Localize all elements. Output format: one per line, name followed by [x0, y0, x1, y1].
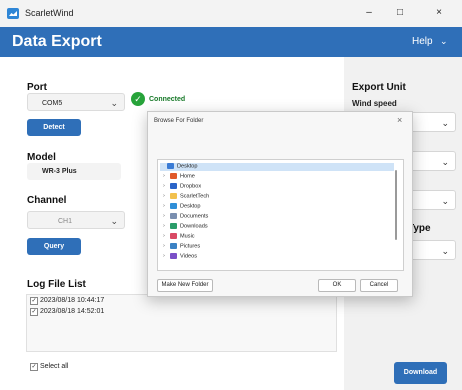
dropbox-icon: [170, 183, 177, 189]
tree-item-label: Desktop: [177, 163, 198, 170]
select-all-label[interactable]: Select all: [40, 363, 68, 370]
tree-item[interactable]: › ScarletTech: [163, 193, 394, 201]
tree-item[interactable]: › Desktop: [163, 203, 394, 211]
app-name: ScarletWind: [25, 8, 74, 18]
log-item-checkbox[interactable]: ✓: [30, 297, 38, 305]
tree-item[interactable]: › Videos: [163, 253, 394, 261]
log-file-list-label: Log File List: [27, 279, 86, 290]
videos-icon: [170, 253, 177, 259]
tree-item-label: Downloads: [180, 223, 208, 230]
port-label: Port: [27, 82, 47, 93]
music-icon: [170, 233, 177, 239]
chevron-down-icon: ⌄: [441, 157, 449, 167]
desktop-folder-icon: [170, 203, 177, 209]
desktop-folder-icon: [167, 163, 174, 169]
chevron-down-icon[interactable]: ⌄: [440, 36, 448, 47]
detect-button[interactable]: Detect: [27, 119, 81, 136]
download-button[interactable]: Download: [394, 362, 447, 384]
tree-item[interactable]: Desktop: [160, 163, 394, 171]
tree-item[interactable]: › Home: [163, 173, 394, 181]
connection-status: Connected: [149, 96, 186, 103]
port-value: COM5: [42, 100, 63, 107]
page-title: Data Export: [12, 33, 102, 50]
ok-button[interactable]: OK: [318, 279, 356, 292]
maximize-button[interactable]: □: [385, 4, 415, 22]
tree-item[interactable]: › Music: [163, 233, 394, 241]
minimize-button[interactable]: –: [354, 4, 384, 22]
channel-label: Channel: [27, 195, 67, 206]
tree-item-label: Music: [180, 233, 195, 240]
home-icon: [170, 173, 177, 179]
app-logo-icon: [7, 8, 19, 19]
tree-item[interactable]: › Dropbox: [163, 183, 394, 191]
chevron-down-icon: ⌄: [441, 196, 449, 206]
chevron-right-icon[interactable]: ›: [163, 253, 170, 259]
chevron-right-icon[interactable]: ›: [163, 243, 170, 249]
chevron-right-icon[interactable]: ›: [163, 183, 170, 189]
chevron-down-icon: ⌄: [110, 98, 118, 108]
chevron-right-icon[interactable]: ›: [163, 233, 170, 239]
log-item[interactable]: 2023/08/18 14:52:01: [40, 308, 104, 315]
query-button[interactable]: Query: [27, 238, 81, 255]
tree-item[interactable]: › Documents: [163, 213, 394, 221]
log-item-checkbox[interactable]: ✓: [30, 308, 38, 316]
chevron-right-icon[interactable]: ›: [163, 203, 170, 209]
make-new-folder-button[interactable]: Make New Folder: [157, 279, 213, 292]
tree-item-label: ScarletTech: [180, 193, 210, 200]
port-select[interactable]: COM5 ⌄: [27, 93, 125, 111]
channel-value: CH1: [58, 218, 73, 225]
tree-item-label: Documents: [180, 213, 209, 220]
chevron-right-icon[interactable]: ›: [163, 173, 170, 179]
select-all-checkbox[interactable]: ✓: [30, 363, 38, 371]
tree-item-label: Desktop: [180, 203, 201, 210]
help-menu[interactable]: Help: [412, 36, 433, 47]
scrollbar[interactable]: [395, 170, 397, 240]
check-circle-icon: ✓: [131, 92, 145, 106]
folder-icon: [170, 193, 177, 199]
chevron-down-icon: ⌄: [441, 118, 449, 128]
log-item[interactable]: 2023/08/18 10:44:17: [40, 297, 104, 304]
channel-select[interactable]: CH1 ⌄: [27, 211, 125, 229]
tree-item-label: Home: [180, 173, 195, 180]
close-button[interactable]: ×: [424, 4, 454, 22]
tree-item-label: Pictures: [180, 243, 201, 250]
chevron-down-icon: ⌄: [441, 246, 449, 256]
export-unit-label: Export Unit: [352, 82, 406, 93]
tree-item[interactable]: › Pictures: [163, 243, 394, 251]
tree-item-label: Dropbox: [180, 183, 202, 190]
downloads-icon: [170, 223, 177, 229]
chevron-right-icon[interactable]: ›: [163, 193, 170, 199]
wind-speed-label: Wind speed: [352, 99, 397, 108]
documents-icon: [170, 213, 177, 219]
cancel-button[interactable]: Cancel: [360, 279, 398, 292]
chevron-right-icon[interactable]: ›: [163, 213, 170, 219]
tree-item[interactable]: › Downloads: [163, 223, 394, 231]
chevron-right-icon[interactable]: ›: [163, 223, 170, 229]
folder-tree[interactable]: Desktop › Home › Dropbox › ScarletTech › Desktop…: [157, 159, 404, 271]
chevron-down-icon: ⌄: [110, 216, 118, 226]
close-icon[interactable]: ×: [397, 115, 402, 125]
dialog-title: Browse For Folder: [154, 118, 204, 124]
tree-item-label: Videos: [180, 253, 198, 260]
model-label: Model: [27, 152, 56, 163]
model-value: WR-3 Plus: [42, 168, 77, 175]
pictures-icon: [170, 243, 177, 249]
